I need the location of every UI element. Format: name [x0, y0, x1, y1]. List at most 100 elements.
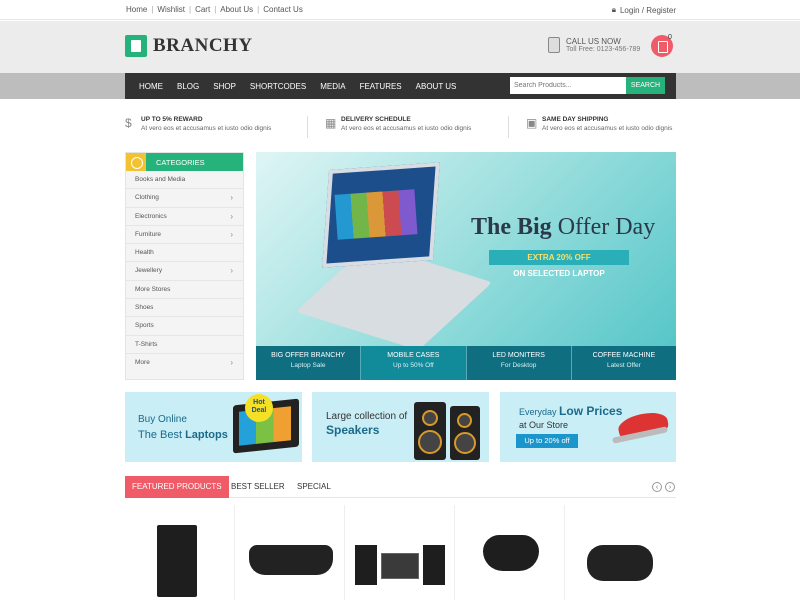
nav-wrapper: HOME BLOG SHOP SHORTCODES MEDIA FEATURES…	[0, 73, 800, 99]
chevron-right-icon[interactable]: ›	[665, 482, 675, 492]
product-card-stereo[interactable]	[347, 505, 455, 600]
hot-deal-line1: Hot	[253, 399, 265, 406]
speaker-woofer	[454, 432, 476, 454]
offer-title-rest: Offer Day	[551, 214, 656, 240]
bag-logo-icon	[125, 35, 147, 57]
sidebar-item-sports[interactable]: Sports	[126, 317, 243, 336]
search-button[interactable]: SEARCH	[626, 77, 665, 94]
chevron-right-icon: ›	[230, 193, 233, 203]
top-link-home[interactable]: Home	[126, 5, 147, 14]
gamepad-image	[483, 535, 539, 571]
promo-low-prices[interactable]: Everyday Low Prices at Our Store Up to 2…	[500, 392, 676, 462]
banner-tab-coffee-machine[interactable]: COFFEE MACHINE Latest Offer	[571, 346, 676, 380]
banner-tab-mobile-cases[interactable]: MOBILE CASES Up to 50% Off	[361, 346, 467, 380]
logo[interactable]: BRANCHY	[125, 35, 253, 57]
search-input[interactable]	[510, 77, 626, 94]
call-number: Toll Free: 0123-456-789	[566, 46, 641, 53]
nav-blog[interactable]: BLOG	[177, 82, 199, 91]
sidebar-item-jewellery[interactable]: Jewellery ›	[126, 262, 243, 281]
promo-line1: Everyday Low Prices	[519, 404, 622, 418]
promo-laptops[interactable]: Buy Online The Best Laptops Hot Deal	[125, 392, 302, 462]
banner-tab-sub: For Desktop	[500, 362, 537, 369]
product-card-gamepad[interactable]	[457, 505, 565, 600]
top-link-contact[interactable]: Contact Us	[263, 5, 303, 14]
banner-tab-led-monitors[interactable]: LED MONITERS For Desktop	[466, 346, 572, 380]
dollar-icon: $	[125, 116, 132, 130]
login-register[interactable]: 🔒︎ Login / Register	[612, 5, 676, 15]
globe-icon	[126, 153, 146, 171]
login-register-link[interactable]: Login / Register	[620, 6, 676, 15]
category-label: Furniture	[135, 230, 162, 238]
promo-line1b: Low Prices	[559, 404, 623, 418]
category-label: Electronics	[135, 212, 167, 220]
hard-drive-image	[157, 525, 197, 597]
sidebar-item-health[interactable]: Health	[126, 244, 243, 263]
product-card-keyboard[interactable]	[237, 505, 345, 600]
chevron-right-icon: ›	[230, 357, 233, 367]
tab-best-seller[interactable]: BEST SELLER	[231, 476, 285, 498]
category-label: Sports	[135, 322, 154, 330]
promo-line2: Speakers	[326, 423, 380, 437]
sidebar-item-more-stores[interactable]: More Stores	[126, 281, 243, 300]
feature-reward: $ UP TO 5% REWARD At vero eos et accusam…	[125, 116, 271, 132]
offer-title: The Big Offer Day	[471, 214, 655, 241]
product-card-speaker[interactable]	[567, 505, 675, 600]
promo-line1a: Everyday	[519, 407, 560, 417]
truck-icon: ▣	[526, 116, 538, 130]
banner-tab-title: MOBILE CASES	[387, 352, 440, 359]
top-link-wishlist[interactable]: Wishlist	[157, 5, 185, 14]
product-tabs: FEATURED PRODUCTS BEST SELLER SPECIAL ‹ …	[125, 476, 676, 498]
top-bar: Home | Wishlist | Cart | About Us | Contact …	[0, 0, 800, 20]
nav-shortcodes[interactable]: SHORTCODES	[250, 82, 306, 91]
promo-speakers[interactable]: Large collection of Speakers	[312, 392, 489, 462]
divider	[307, 116, 308, 138]
promo-line1: Buy Online	[138, 414, 187, 425]
chevron-right-icon: ›	[230, 211, 233, 221]
sidebar-item-clothing[interactable]: Clothing ›	[126, 189, 243, 208]
banner-tab-sub: Latest Offer	[606, 362, 641, 369]
feature-text: At vero eos et accusamus et iusto odio d…	[141, 125, 272, 132]
banner-tab-big-offer[interactable]: BIG OFFER BRANCHY Laptop Sale	[256, 346, 362, 380]
feature-text: At vero eos et accusamus et iusto odio d…	[542, 125, 673, 132]
tab-featured-products[interactable]: FEATURED PRODUCTS	[125, 476, 229, 498]
sidebar-item-electronics[interactable]: Electronics ›	[126, 208, 243, 226]
top-link-about[interactable]: About Us	[220, 5, 253, 14]
nav-features[interactable]: FEATURES	[360, 82, 402, 91]
categories-sidebar: CATEGORIES Books and Media Clothing › Ele…	[125, 152, 244, 380]
feature-title: SAME DAY SHIPPING	[542, 116, 609, 123]
nav-media[interactable]: MEDIA	[320, 82, 345, 91]
banner-tab-sub: Up to 50% Off	[393, 362, 434, 369]
sidebar-item-books[interactable]: Books and Media	[126, 171, 243, 190]
cart-count: 0	[668, 34, 672, 41]
phone-icon	[548, 37, 560, 53]
stereo-speaker-image	[355, 545, 377, 585]
divider	[508, 116, 509, 138]
keyboard-image	[249, 545, 333, 575]
speaker-tweeter	[422, 410, 438, 426]
category-label: Books and Media	[135, 176, 186, 183]
chevron-left-icon[interactable]: ‹	[652, 482, 662, 492]
top-link-cart[interactable]: Cart	[195, 5, 210, 14]
banner-tab-sub: Laptop Sale	[290, 362, 326, 369]
category-label: Clothing	[135, 194, 159, 202]
lock-icon: 🔒︎	[611, 5, 616, 14]
tab-special[interactable]: SPECIAL	[297, 476, 331, 498]
call-us: CALL US NOW Toll Free: 0123-456-789	[548, 37, 640, 53]
nav-home[interactable]: HOME	[139, 82, 163, 91]
feature-text: At vero eos et accusamus et iusto odio d…	[341, 125, 472, 132]
product-card-hard-drive[interactable]	[127, 505, 235, 600]
nav-shop[interactable]: SHOP	[213, 82, 236, 91]
hero-banner[interactable]: The Big Offer Day EXTRA 20% OFF ON SELEC…	[256, 152, 676, 380]
sidebar-item-furniture[interactable]: Furniture ›	[126, 226, 243, 245]
feature-delivery: ▦ DELIVERY SCHEDULE At vero eos et accus…	[325, 116, 471, 132]
promo-discount-button[interactable]: Up to 20% off	[516, 434, 578, 448]
categories-title: CATEGORIES	[156, 158, 205, 167]
nav-about[interactable]: ABOUT US	[416, 82, 457, 91]
feature-shipping: ▣ SAME DAY SHIPPING At vero eos et accus…	[526, 116, 672, 132]
sidebar-item-tshirts[interactable]: T-Shirts	[126, 336, 243, 354]
sidebar-item-shoes[interactable]: Shoes	[126, 299, 243, 318]
sidebar-item-more[interactable]: More ›	[126, 354, 243, 372]
banner-tabs: BIG OFFER BRANCHY Laptop Sale MOBILE CAS…	[256, 346, 676, 380]
stereo-unit-image	[381, 553, 419, 579]
category-label: T-Shirts	[135, 340, 158, 348]
